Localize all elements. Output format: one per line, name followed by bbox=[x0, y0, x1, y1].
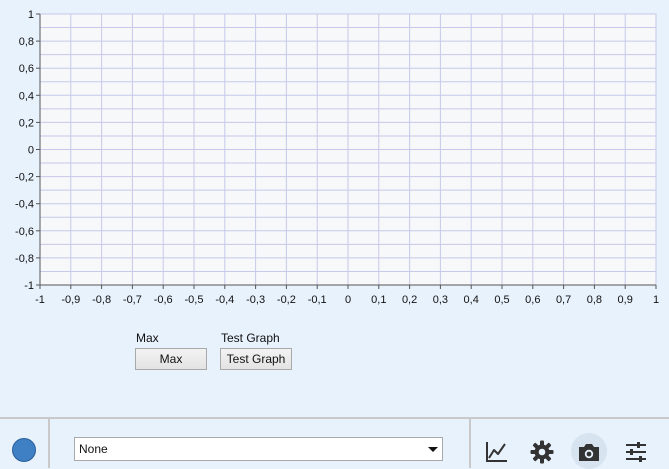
x-tick-label: -0,3 bbox=[246, 294, 265, 306]
separator bbox=[469, 419, 471, 468]
x-tick-label: 0,4 bbox=[464, 294, 479, 306]
x-tick-label: -0,1 bbox=[308, 294, 327, 306]
y-tick-label: 0 bbox=[28, 145, 34, 157]
x-tick-label: -0,4 bbox=[215, 294, 234, 306]
series-select[interactable]: None bbox=[74, 437, 443, 461]
y-tick-label: -0,6 bbox=[15, 226, 34, 238]
gear-icon[interactable] bbox=[529, 439, 555, 465]
x-tick-label: -0,2 bbox=[277, 294, 296, 306]
x-tick-label: -0,6 bbox=[154, 294, 173, 306]
y-tick-label: 1 bbox=[28, 9, 34, 21]
max-button[interactable]: Max bbox=[135, 348, 207, 370]
series-color-swatch[interactable] bbox=[12, 438, 36, 462]
sliders-icon[interactable] bbox=[623, 439, 649, 465]
x-tick-label: 0,5 bbox=[494, 294, 509, 306]
x-tick-label: 0,3 bbox=[433, 294, 448, 306]
chevron-down-icon[interactable] bbox=[424, 438, 442, 460]
separator bbox=[48, 419, 50, 468]
y-tick-label: 0,2 bbox=[19, 117, 34, 129]
x-tick-label: 0,6 bbox=[525, 294, 540, 306]
grid-lines bbox=[39, 13, 657, 286]
x-tick-label: -0,7 bbox=[123, 294, 142, 306]
y-tick-label: 0,8 bbox=[19, 36, 34, 48]
bottom-toolbar: None bbox=[0, 417, 669, 469]
max-label: Max bbox=[136, 331, 159, 345]
series-select-value: None bbox=[79, 442, 108, 456]
test-graph-label: Test Graph bbox=[221, 331, 280, 345]
plot-area: -1 -0,9 -0,8 -0,7 -0,6 -0,5 -0,4 -0,3 -0,2 -0,1 0 0… bbox=[15, 9, 659, 306]
x-tick-label: 0,8 bbox=[587, 294, 602, 306]
y-tick-label: 0,6 bbox=[19, 63, 34, 75]
y-tick-label: 0,4 bbox=[19, 90, 34, 102]
x-tick-label: -0,9 bbox=[61, 294, 80, 306]
camera-icon[interactable] bbox=[576, 439, 602, 465]
x-tick-label: 1 bbox=[653, 294, 659, 306]
y-tick-label: -0,8 bbox=[15, 253, 34, 265]
x-tick-label: 0 bbox=[345, 294, 351, 306]
y-tick-label: -0,2 bbox=[15, 172, 34, 184]
x-tick-label: 0,1 bbox=[371, 294, 386, 306]
y-tick-label: -0,4 bbox=[15, 199, 34, 211]
x-tick-label: 0,7 bbox=[556, 294, 571, 306]
x-tick-label: -0,5 bbox=[185, 294, 204, 306]
x-tick-label: 0,2 bbox=[402, 294, 417, 306]
x-tick-label: 0,9 bbox=[618, 294, 633, 306]
x-tick-label: -1 bbox=[35, 294, 45, 306]
x-axis-ticks: -1 -0,9 -0,8 -0,7 -0,6 -0,5 -0,4 -0,3 -0,2 -0,1 0 0… bbox=[35, 285, 659, 306]
y-axis-ticks: 1 0,8 0,6 0,4 0,2 0 -0,2 -0,4 -0,6 -0,8 -1 bbox=[15, 9, 40, 292]
test-graph-button[interactable]: Test Graph bbox=[220, 348, 292, 370]
x-tick-label: -0,8 bbox=[92, 294, 111, 306]
line-chart-icon[interactable] bbox=[484, 439, 510, 465]
y-tick-label: -1 bbox=[24, 280, 34, 292]
